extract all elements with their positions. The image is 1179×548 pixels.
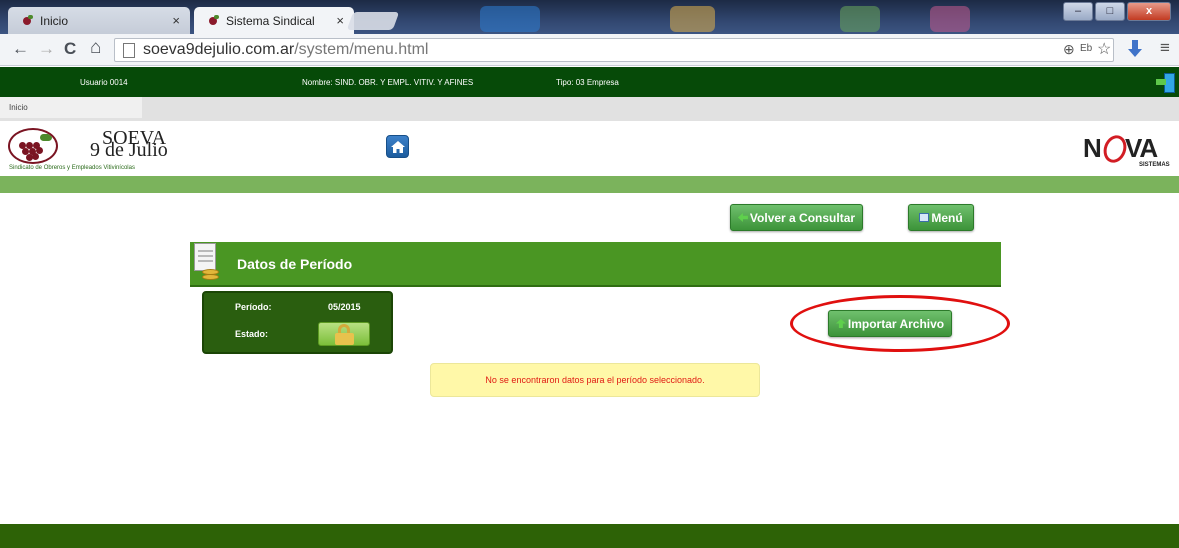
new-tab-button[interactable]: [346, 12, 400, 30]
button-label: Menú: [931, 210, 963, 225]
home-icon: [391, 141, 405, 153]
browser-menu-icon[interactable]: ≡: [1160, 38, 1170, 58]
breadcrumb[interactable]: Inicio: [0, 97, 142, 118]
favicon-icon: [208, 14, 220, 27]
background-blur: [670, 6, 715, 32]
panel-header: Datos de Período: [190, 242, 1001, 287]
arrow-left-icon: [737, 213, 748, 222]
minimize-button[interactable]: –: [1063, 2, 1093, 21]
tab-title: Sistema Sindical: [226, 13, 315, 28]
no-data-notice: No se encontraron datos para el período …: [430, 363, 760, 397]
nova-logo-n: N: [1083, 133, 1102, 163]
page-icon: [123, 43, 135, 58]
url-path: /system/menu.html: [294, 41, 429, 58]
address-bar[interactable]: soeva9dejulio.com.ar/system/menu.html: [114, 38, 1114, 62]
reload-button[interactable]: C: [64, 39, 76, 59]
periodo-value: 05/2015: [328, 302, 361, 312]
menu-button[interactable]: Menú: [908, 204, 974, 231]
url-domain: soeva9dejulio.com.ar: [143, 41, 295, 58]
logout-icon[interactable]: [1156, 73, 1176, 93]
org-name-sub: 9 de Julio: [90, 139, 168, 161]
nova-logo-sub: SISTEMAS: [1139, 162, 1170, 168]
button-label: Volver a Consultar: [749, 210, 856, 225]
menu-icon: [919, 213, 930, 222]
period-info-box: Período: 05/2015 Estado:: [202, 291, 393, 354]
tab-close-icon[interactable]: ×: [172, 13, 180, 28]
home-nav-button[interactable]: ⌂: [90, 37, 101, 59]
grape-logo-icon: [8, 128, 58, 164]
download-icon[interactable]: [1128, 40, 1142, 58]
favicon-icon: [22, 14, 34, 27]
browser-toolbar: ← → C ⌂ soeva9dejulio.com.ar/system/menu…: [0, 34, 1179, 66]
translate-icon[interactable]: Eb: [1080, 43, 1092, 54]
org-tagline: Sindicato de Obreros y Empleados Vitivin…: [9, 165, 135, 171]
page-footer: [0, 524, 1179, 548]
user-type: Tipo: 03 Empresa: [556, 78, 619, 87]
close-window-button[interactable]: x: [1127, 2, 1171, 21]
estado-lock-button[interactable]: [318, 322, 370, 346]
user-name: Nombre: SIND. OBR. Y EMPL. VITIV. Y AFIN…: [302, 78, 474, 87]
nova-logo-va: VA: [1125, 133, 1158, 163]
annotation-ellipse: [790, 295, 1010, 352]
tab-sistema-sindical[interactable]: Sistema Sindical ×: [194, 7, 354, 34]
periodo-label: Período:: [235, 302, 272, 312]
background-blur: [480, 6, 540, 32]
site-header: SOEVA 9 de Julio Sindicato de Obreros y …: [0, 121, 1179, 176]
volver-a-consultar-button[interactable]: Volver a Consultar: [730, 204, 863, 231]
browser-window: Inicio × Sistema Sindical × – □ x ← → C …: [0, 0, 1179, 548]
maximize-button[interactable]: □: [1095, 2, 1125, 21]
panel-title: Datos de Período: [237, 256, 353, 272]
home-button[interactable]: [386, 135, 409, 158]
header-divider: [0, 176, 1179, 193]
tab-close-icon[interactable]: ×: [336, 13, 344, 28]
breadcrumb-bar: Inicio: [0, 97, 1179, 121]
user-info-bar: Usuario 0014 Nombre: SIND. OBR. Y EMPL. …: [0, 67, 1179, 97]
zoom-icon[interactable]: ⊕: [1063, 41, 1075, 58]
document-coins-icon: [194, 243, 221, 283]
window-controls: – □ x: [1063, 2, 1171, 21]
tab-inicio[interactable]: Inicio ×: [8, 7, 190, 34]
estado-label: Estado:: [235, 329, 269, 339]
background-blur: [840, 6, 880, 32]
back-button[interactable]: ←: [12, 39, 29, 59]
forward-button[interactable]: →: [38, 39, 55, 59]
user-id: Usuario 0014: [80, 78, 128, 87]
background-blur: [930, 6, 970, 32]
nova-sistemas-logo: N VA SISTEMAS: [1083, 132, 1179, 173]
tab-title: Inicio: [40, 13, 69, 28]
bookmark-star-icon[interactable]: ☆: [1097, 39, 1111, 59]
title-bar: Inicio × Sistema Sindical × – □ x: [0, 0, 1179, 34]
